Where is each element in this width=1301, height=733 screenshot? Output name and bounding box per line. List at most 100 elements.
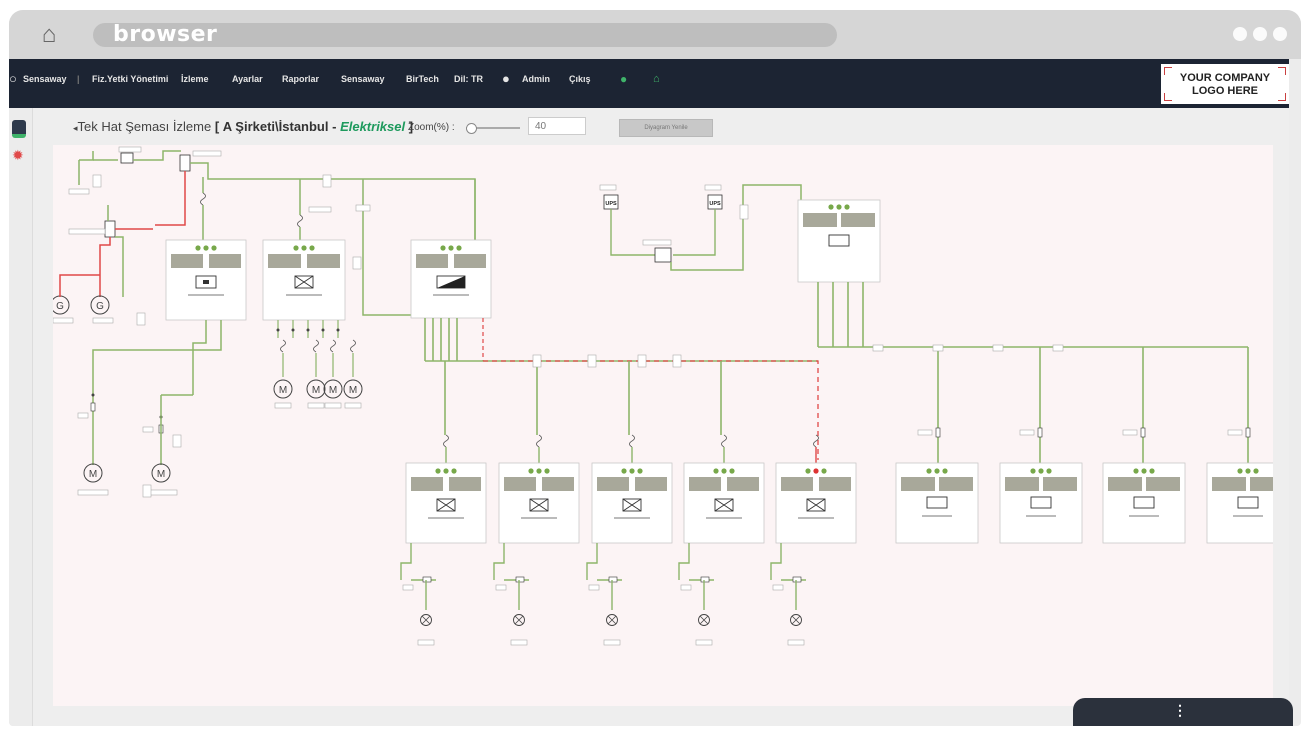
status-led — [451, 468, 457, 474]
tag-label — [68, 228, 106, 235]
user-avatar-icon[interactable]: ● — [502, 59, 510, 99]
power-icon[interactable]: ○ — [9, 59, 17, 99]
meter-icon — [120, 152, 134, 164]
panel-caption — [798, 517, 834, 519]
window-dot-icon[interactable] — [1273, 27, 1287, 41]
bottom-drawer-handle[interactable]: ⋮ — [1073, 698, 1293, 726]
tag-label — [599, 184, 617, 191]
alarm-siren-icon[interactable]: ✹ — [12, 148, 26, 162]
nav-item-birtech[interactable]: BirTech — [406, 59, 439, 99]
meter-display — [939, 477, 973, 491]
meter-display — [416, 254, 448, 268]
tag-label — [1227, 429, 1243, 436]
device-panel — [797, 199, 881, 283]
bus-line — [92, 320, 222, 465]
tag-label — [77, 412, 89, 419]
meter-display — [268, 254, 301, 268]
fuse-icon — [700, 576, 710, 583]
home-icon[interactable]: ⌂ — [34, 21, 64, 49]
status-led — [301, 245, 307, 251]
status-led — [435, 468, 441, 474]
fuse-icon — [1140, 427, 1146, 438]
address-bar[interactable]: browser — [93, 23, 837, 47]
fuse-icon — [608, 576, 618, 583]
status-led — [1141, 468, 1147, 474]
meter-display — [781, 477, 813, 491]
tag-label — [637, 354, 647, 368]
status-led — [528, 468, 534, 474]
bus-line — [586, 543, 598, 580]
lamp-icon — [421, 615, 431, 625]
tag-label — [603, 639, 621, 646]
tag-label — [1052, 344, 1064, 352]
meter-display — [454, 254, 486, 268]
status-led — [1046, 468, 1052, 474]
status-led — [1133, 468, 1139, 474]
status-led — [721, 468, 727, 474]
nav-item-yetki[interactable]: Fiz.Yetki Yönetimi — [92, 59, 168, 99]
tag-label — [307, 402, 325, 409]
status-led — [629, 468, 635, 474]
status-led — [211, 245, 217, 251]
status-led — [456, 245, 462, 251]
nav-item-logout[interactable]: Çıkış — [569, 59, 591, 99]
bus-line — [59, 274, 100, 297]
lamp-icon — [514, 615, 524, 625]
zoom-input[interactable]: 40 — [528, 117, 586, 135]
bus-line — [155, 171, 186, 226]
tag-label — [917, 429, 933, 436]
device-panel — [262, 239, 346, 321]
nav-item-ayarlar[interactable]: Ayarlar — [232, 59, 263, 99]
meter-display — [171, 254, 203, 268]
tag-label — [274, 402, 292, 409]
bus-line — [770, 543, 782, 580]
meter-display — [1250, 477, 1284, 491]
window-dot-icon[interactable] — [1233, 27, 1247, 41]
more-menu-icon: ⋮ — [1173, 702, 1187, 718]
nav-item-izleme[interactable]: İzleme — [181, 59, 209, 99]
breaker-icon — [330, 339, 336, 353]
breaker-icon — [313, 339, 319, 353]
bus-line — [99, 237, 111, 297]
breaker-icon — [721, 434, 727, 448]
nav-item-sensaway-2[interactable]: Sensaway — [341, 59, 385, 99]
tag-label — [136, 312, 146, 326]
sidebar-button-map[interactable] — [12, 120, 26, 138]
tag-label — [772, 584, 784, 591]
motor-icon-label: M — [157, 469, 165, 480]
motor-icon-label: M — [312, 385, 320, 396]
nav-item-admin[interactable]: Admin — [522, 59, 550, 99]
tag-label — [172, 434, 182, 448]
tag-label — [52, 317, 74, 324]
tag-label — [352, 256, 362, 270]
status-led — [440, 245, 446, 251]
tag-label — [308, 206, 332, 213]
nav-item-raporlar[interactable]: Raporlar — [282, 59, 319, 99]
bus-line — [483, 360, 819, 460]
diagram-svg: G GM M M MM MUPS UPS — [50, 146, 1290, 646]
fuse-icon — [1245, 427, 1251, 438]
single-line-diagram: G G M M M M M M UPS UPS — [50, 145, 1290, 706]
motor-icon-label: M — [89, 469, 97, 480]
meter-display — [504, 477, 536, 491]
meter-display — [1043, 477, 1077, 491]
window-dot-icon[interactable] — [1253, 27, 1267, 41]
zoom-slider-handle[interactable] — [466, 123, 477, 134]
bus-line — [610, 209, 657, 256]
panel-caption — [1233, 515, 1263, 517]
meter-display — [727, 477, 759, 491]
tag-label — [142, 426, 154, 433]
nav-item-language[interactable]: Dil: TR — [454, 59, 483, 99]
bus-line — [192, 320, 207, 395]
fuse-icon — [792, 576, 802, 583]
status-led — [293, 245, 299, 251]
tag-label — [532, 354, 542, 368]
junction-dot — [336, 328, 340, 332]
tag-label — [872, 344, 884, 352]
panel-caption — [706, 517, 742, 519]
status-led — [544, 468, 550, 474]
nav-item-sensaway[interactable]: Sensaway — [23, 59, 67, 99]
home-small-icon[interactable]: ⌂ — [653, 59, 660, 99]
status-dot-icon[interactable]: ● — [620, 59, 627, 99]
refresh-diagram-button[interactable]: Diyagram Yenile — [619, 119, 713, 137]
